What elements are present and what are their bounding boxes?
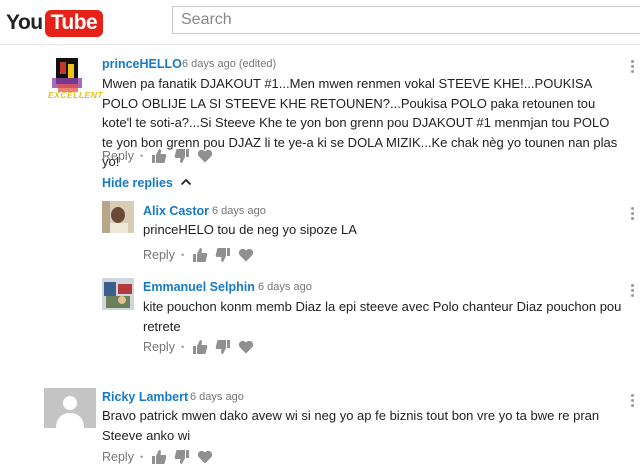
hide-replies-toggle[interactable]: Hide replies xyxy=(102,176,192,190)
comment-actions: Reply • xyxy=(143,339,261,355)
comment-actions: Reply • xyxy=(102,148,220,164)
comment-author[interactable]: Alix Castor xyxy=(143,204,209,218)
comment-text: princeHELO tou de neg yo sipoze LA xyxy=(143,222,357,237)
more-vertical-icon[interactable] xyxy=(631,207,635,223)
thumbs-up-icon[interactable] xyxy=(151,449,167,465)
more-vertical-icon[interactable] xyxy=(631,60,635,76)
heart-icon[interactable] xyxy=(197,148,213,164)
reply-button[interactable]: Reply xyxy=(143,248,175,262)
heart-icon[interactable] xyxy=(238,247,254,263)
comment-author[interactable]: Emmanuel Selphin xyxy=(143,280,255,294)
reply-button[interactable]: Reply xyxy=(102,450,134,464)
chevron-up-icon xyxy=(181,178,192,186)
comment-timestamp[interactable]: 6 days ago xyxy=(258,281,312,293)
thumbs-down-icon[interactable] xyxy=(174,449,190,465)
comment-text: kite pouchon konm memb Diaz la epi steev… xyxy=(143,299,622,334)
thumbs-down-icon[interactable] xyxy=(174,148,190,164)
thumbs-up-icon[interactable] xyxy=(192,247,208,263)
search-input[interactable] xyxy=(172,6,640,34)
separator-dot: • xyxy=(180,250,185,260)
thumbs-up-icon[interactable] xyxy=(151,148,167,164)
avatar-ricky-lambert[interactable] xyxy=(44,388,96,428)
masthead: You Tube xyxy=(0,0,640,45)
comment-timestamp[interactable]: 6 days ago (edited) xyxy=(182,58,276,70)
thumbs-up-icon[interactable] xyxy=(192,339,208,355)
avatar-caption: EXCELLENT xyxy=(48,90,104,100)
heart-icon[interactable] xyxy=(238,339,254,355)
comment-author[interactable]: Ricky Lambert xyxy=(102,390,188,404)
separator-dot: • xyxy=(180,342,185,352)
logo-you-text: You xyxy=(6,11,43,34)
more-vertical-icon[interactable] xyxy=(631,394,635,410)
reply-button[interactable]: Reply xyxy=(102,149,134,163)
comment-author[interactable]: princeHELLO xyxy=(102,57,182,71)
thumbs-down-icon[interactable] xyxy=(215,339,231,355)
logo-tube-text: Tube xyxy=(44,9,104,37)
hide-replies-label: Hide replies xyxy=(102,176,173,190)
youtube-logo[interactable]: You Tube xyxy=(6,9,104,37)
comment-actions: Reply • xyxy=(102,449,220,465)
comment-timestamp[interactable]: 6 days ago xyxy=(212,205,266,217)
comment-text: Bravo patrick mwen dako avew wi si neg y… xyxy=(102,408,600,443)
comment-actions: Reply • xyxy=(143,247,261,263)
reply-button[interactable]: Reply xyxy=(143,340,175,354)
avatar-emmanuel-selphin[interactable] xyxy=(102,278,134,310)
heart-icon[interactable] xyxy=(197,449,213,465)
comment-timestamp[interactable]: 6 days ago xyxy=(190,391,244,403)
thumbs-down-icon[interactable] xyxy=(215,247,231,263)
more-vertical-icon[interactable] xyxy=(631,284,635,300)
separator-dot: • xyxy=(139,452,144,462)
separator-dot: • xyxy=(139,151,144,161)
avatar-alix-castor[interactable] xyxy=(102,201,134,233)
